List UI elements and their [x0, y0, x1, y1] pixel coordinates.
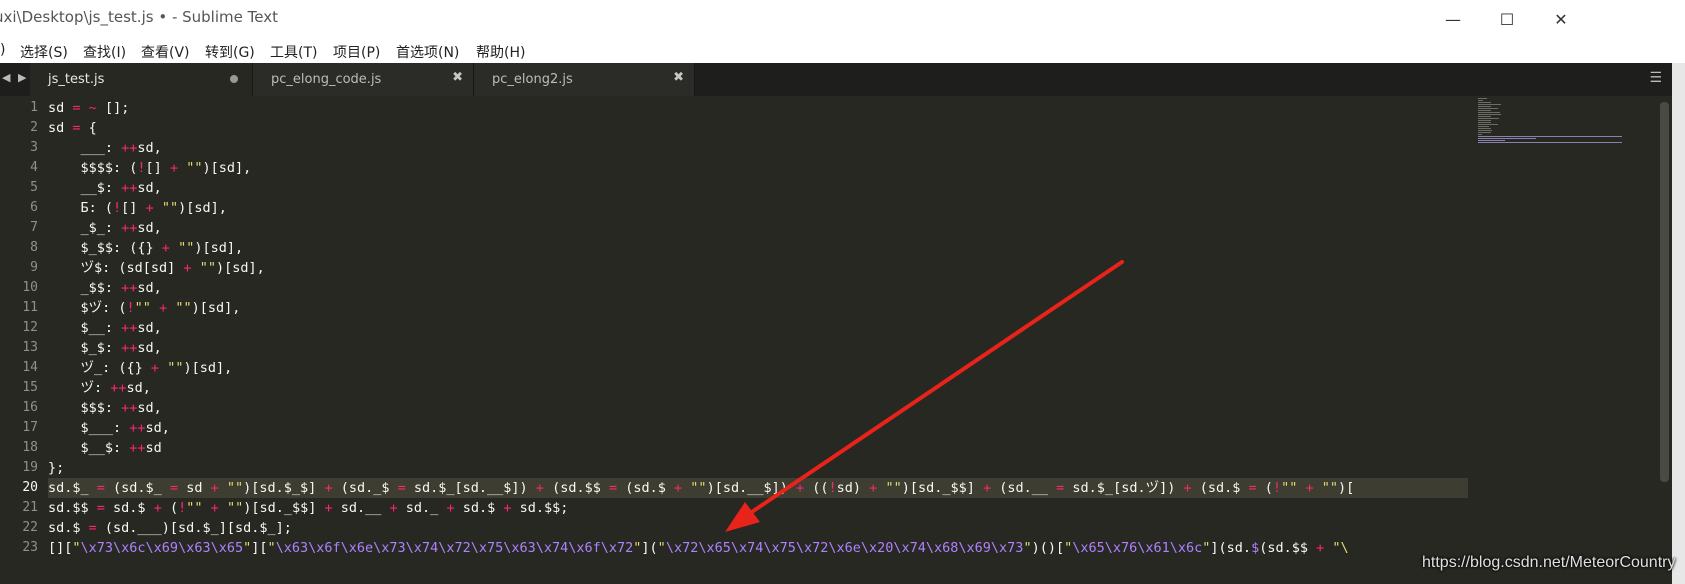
watermark: https://blog.csdn.net/MeteorCountry	[1422, 554, 1676, 571]
annotation-arrow	[725, 260, 1124, 532]
arrow-shaft	[738, 260, 1124, 522]
arrow-head	[725, 502, 760, 532]
